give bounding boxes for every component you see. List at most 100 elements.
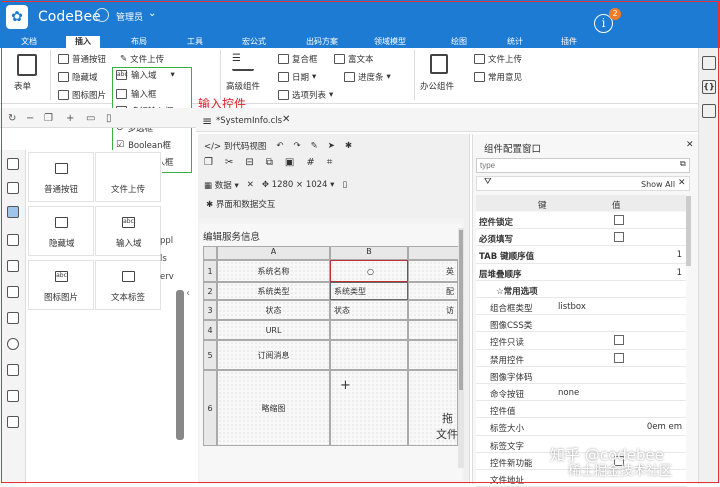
cut-icon[interactable]: ✂ [225, 157, 233, 168]
tab-codegen[interactable]: 出码方案 [298, 36, 346, 48]
field-value[interactable] [330, 320, 408, 340]
property-value[interactable]: 1 [677, 250, 682, 260]
chevron-left-icon[interactable]: ‹ [186, 288, 190, 299]
palette-image[interactable]: abc 图标图片 [28, 260, 94, 310]
palette-text-label[interactable]: 文本标签 [95, 260, 161, 310]
property-checkbox[interactable] [614, 335, 624, 346]
property-value[interactable]: listbox [558, 302, 586, 312]
menu-icon[interactable]: ≡ [202, 114, 212, 128]
input-field-dropdown[interactable]: abc 输入域 ▾ [116, 69, 175, 81]
tab-tools[interactable]: 工具 [180, 36, 210, 48]
row-number[interactable]: 2 [203, 282, 217, 300]
property-row[interactable]: ☆常用选项 [476, 280, 686, 298]
minus-icon[interactable]: − [26, 113, 34, 124]
field-label[interactable]: URL [217, 320, 330, 340]
send-icon[interactable]: ➤ [328, 141, 335, 151]
close-icon[interactable]: ✕ [282, 114, 290, 125]
property-checkbox[interactable] [614, 215, 624, 225]
grid-icon[interactable]: # [306, 157, 314, 168]
field-extra[interactable]: 配 [408, 282, 458, 300]
property-row[interactable]: 层堆叠顺序 1 [476, 263, 686, 281]
tab-draw[interactable]: 绘图 [444, 36, 474, 48]
plus-icon[interactable]: + [66, 113, 74, 124]
row-number[interactable]: 6 [203, 370, 217, 446]
field-value[interactable]: 系统类型 [330, 282, 408, 300]
form-button[interactable]: 表单 [14, 80, 31, 92]
bug-icon[interactable]: ✱ [345, 141, 352, 151]
interaction-button[interactable]: ✱ 界面和数据交互 [206, 198, 275, 210]
row-number[interactable]: 5 [203, 340, 217, 370]
property-row[interactable]: 必须填写 [476, 229, 686, 247]
sliders-icon[interactable] [7, 390, 19, 402]
mobile-icon[interactable]: ▯ [342, 180, 347, 190]
code-view-button[interactable]: </> 到代码视图 [204, 140, 266, 152]
field-extra[interactable]: 访 [408, 300, 458, 320]
tab-layout[interactable]: 布局 [122, 36, 156, 48]
options-list-button[interactable]: 选项列表 ▾ [278, 89, 333, 101]
align-icon[interactable]: ⊟ [245, 157, 253, 168]
palette-normal-button[interactable]: 普通按钮 [28, 152, 94, 202]
office-button[interactable]: 办公组件 [420, 80, 454, 92]
property-row[interactable]: 图像CSS类 [476, 315, 686, 333]
tab-stats[interactable]: 统计 [500, 36, 530, 48]
page-icon[interactable] [702, 56, 716, 70]
user-name[interactable]: 管理员 [116, 10, 143, 23]
edit-icon[interactable]: ✎ [311, 141, 318, 151]
field-label[interactable]: 系统名称 [217, 260, 330, 282]
list-icon[interactable] [7, 234, 19, 246]
copy-icon[interactable]: ❐ [204, 157, 213, 168]
file-upload-button[interactable]: ✎ 文件上传 [120, 53, 164, 65]
field-value[interactable]: 状态 [330, 300, 408, 320]
group-icon[interactable]: ▣ [285, 157, 294, 168]
tab-insert[interactable]: 插入 [66, 36, 100, 48]
property-row[interactable]: 禁用控件 [476, 349, 686, 367]
palette-file-upload[interactable]: 文件上传 [95, 152, 161, 202]
property-row[interactable]: 控件值 [476, 401, 686, 419]
copy-icon[interactable]: ❐ [44, 113, 53, 124]
field-label[interactable]: 系统类型 [217, 282, 330, 300]
property-row[interactable]: 标签大小 0em em [476, 418, 686, 436]
property-checkbox[interactable] [614, 232, 624, 243]
palette-hidden-field[interactable]: 隐藏域 [28, 206, 94, 256]
save-icon[interactable] [7, 206, 19, 218]
hidden-field-button[interactable]: 隐藏域 [58, 71, 98, 83]
column-header[interactable] [408, 246, 464, 260]
property-row[interactable]: TAB 键顺序值 1 [476, 246, 686, 264]
file-tab[interactable]: *SystemInfo.cls [216, 116, 282, 126]
row-number[interactable]: 4 [203, 320, 217, 340]
link-icon[interactable] [7, 312, 19, 324]
user-icon[interactable] [95, 8, 109, 22]
image-button[interactable]: 图标图片 [58, 89, 106, 101]
close-icon[interactable]: ✕ [678, 178, 686, 188]
row-number[interactable]: 3 [203, 300, 217, 320]
target-icon[interactable] [7, 338, 19, 350]
type-input[interactable] [476, 158, 690, 173]
field-extra[interactable] [408, 340, 458, 370]
tab-domain-model[interactable]: 领域模型 [366, 36, 414, 48]
property-row[interactable]: 控件只读 [476, 332, 686, 350]
screen-size-dropdown[interactable]: ✥ 1280 × 1024 ▾ [262, 180, 335, 190]
open-external-icon[interactable]: ⧉ [680, 159, 686, 169]
windows-icon[interactable] [702, 104, 716, 118]
field-extra[interactable] [408, 320, 458, 340]
expand-icon[interactable] [7, 364, 19, 376]
folder-icon[interactable]: ▭ [86, 113, 95, 124]
progress-button[interactable]: 进度条 ▾ [344, 71, 391, 83]
text-icon[interactable] [7, 182, 19, 194]
property-value[interactable]: none [558, 388, 579, 398]
refresh-icon[interactable]: ↻ [8, 113, 16, 124]
field-label[interactable]: 订阅消息 [217, 340, 330, 370]
palette-input-field[interactable]: abc 输入域 [95, 206, 161, 256]
filter-icon[interactable]: ⛛ [484, 177, 492, 187]
close-icon[interactable]: ✕ [686, 140, 694, 150]
column-header[interactable]: B [330, 246, 408, 260]
field-extra[interactable]: 英 [408, 260, 458, 282]
scrollbar[interactable] [176, 290, 184, 440]
property-row[interactable]: 组合框类型 listbox [476, 298, 686, 316]
field-label[interactable]: 略缩图 [217, 370, 330, 446]
designer-scrollbar[interactable] [459, 230, 463, 390]
frame-icon[interactable] [7, 286, 19, 298]
property-row[interactable]: 图像字体码 [476, 366, 686, 384]
menu-item-input-box[interactable]: 输入框 [116, 88, 157, 100]
code-braces-icon[interactable]: {} [702, 80, 716, 94]
